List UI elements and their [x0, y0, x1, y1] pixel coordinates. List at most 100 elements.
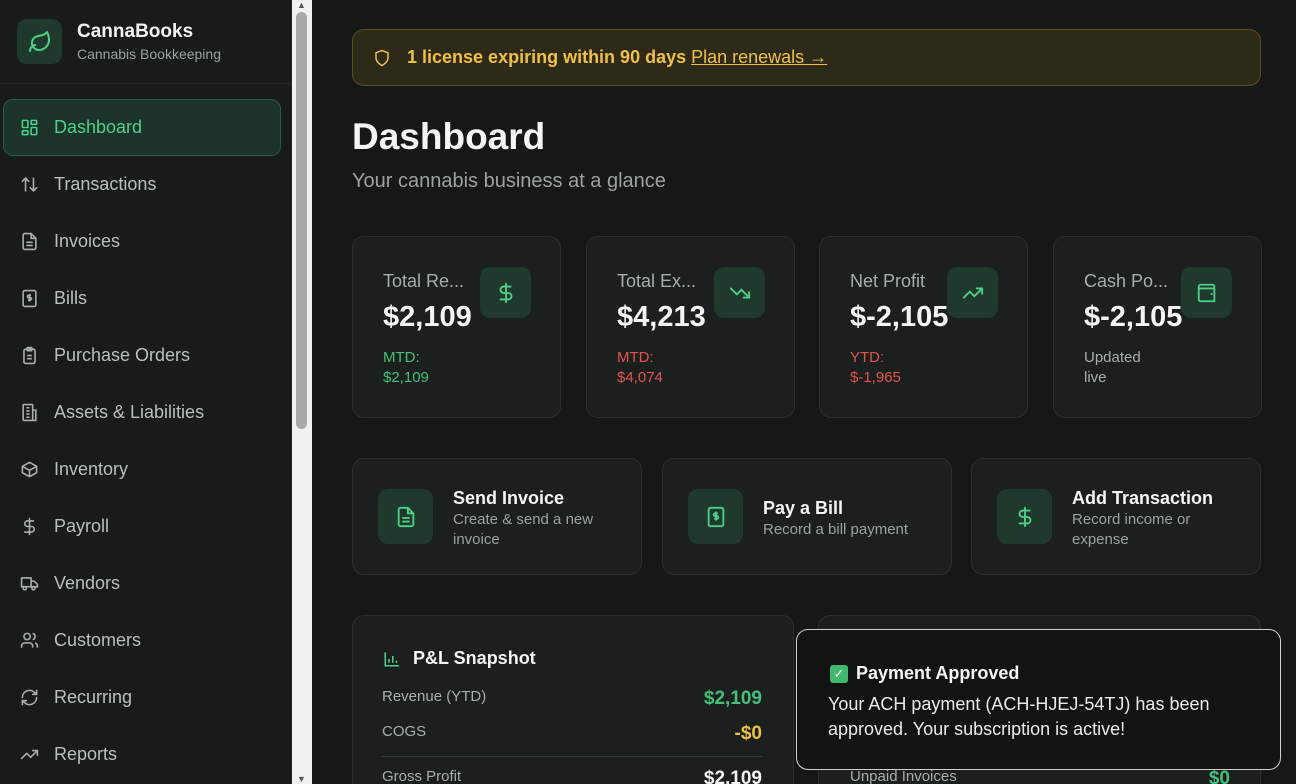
- action-title: Pay a Bill: [763, 498, 844, 518]
- action-desc: Create & send a new invoice: [453, 511, 594, 548]
- leaf-icon: [17, 19, 62, 64]
- stat-sub-label: Updated: [1084, 349, 1141, 366]
- trend-icon: [19, 745, 39, 765]
- stat-value: $-2,105: [850, 301, 949, 333]
- payment-approved-toast[interactable]: ✓ Payment Approved Your ACH payment (ACH…: [796, 629, 1281, 770]
- action-title: Add Transaction: [1072, 488, 1214, 508]
- bar-chart-icon: [383, 650, 401, 668]
- stat-card-net-profit[interactable]: Net Profit $-2,105 YTD: $-1,965: [819, 236, 1028, 418]
- stat-value: $-2,105: [1084, 301, 1183, 333]
- document-icon: [378, 489, 433, 544]
- box-icon: [19, 460, 39, 480]
- sidebar-item-label: Customers: [54, 630, 142, 650]
- pl-row-value: -$0: [734, 723, 762, 744]
- sidebar-item-label: Vendors: [54, 573, 121, 593]
- sidebar-item-inventory[interactable]: Inventory: [3, 441, 281, 498]
- pl-row-cogs: COGS -$0: [382, 723, 762, 745]
- stat-sub-value: $-1,965: [850, 369, 901, 386]
- license-expiry-banner: 1 license expiring within 90 days Plan r…: [352, 29, 1261, 86]
- pl-row-value: $2,109: [703, 768, 762, 784]
- sidebar: CannaBooks Cannabis Bookkeeping Dashboar…: [0, 0, 292, 784]
- stat-sub-value: live: [1084, 369, 1107, 386]
- sidebar-item-reports[interactable]: Reports: [3, 726, 281, 783]
- sidebar-item-payroll[interactable]: Payroll: [3, 498, 281, 555]
- sidebar-item-transactions[interactable]: Transactions: [3, 156, 281, 213]
- stat-sub-label: YTD:: [850, 349, 885, 366]
- stat-label: Net Profit: [850, 271, 926, 291]
- stat-sub-label: MTD:: [617, 349, 654, 366]
- row-label: Unpaid Invoices: [850, 768, 957, 784]
- unpaid-invoices-row: Unpaid Invoices $0: [850, 768, 1230, 784]
- action-title: Send Invoice: [453, 488, 565, 508]
- banner-text: 1 license expiring within 90 days: [407, 47, 687, 67]
- pl-divider: [382, 756, 762, 757]
- truck-icon: [19, 574, 39, 594]
- pl-row-label: Gross Profit: [382, 768, 462, 784]
- dollar-icon: [997, 489, 1052, 544]
- arrows-up-down-icon: [19, 175, 39, 195]
- sidebar-item-label: Bills: [54, 288, 88, 308]
- dollar-icon: [19, 517, 39, 537]
- sidebar-scrollbar[interactable]: ▲ ▼: [292, 0, 312, 784]
- action-desc: Record income or expense: [1072, 511, 1191, 548]
- pl-row-value: $2,109: [703, 688, 762, 709]
- sidebar-item-label: Purchase Orders: [54, 345, 191, 365]
- sidebar-item-label: Recurring: [54, 687, 133, 707]
- stat-label: Total Ex...: [617, 271, 697, 291]
- sidebar-item-label: Invoices: [54, 231, 121, 251]
- check-icon: ✓: [830, 664, 848, 683]
- stat-sub: MTD: $2,109: [383, 348, 453, 388]
- add-transaction-button[interactable]: Add Transaction Record income or expense: [971, 458, 1261, 575]
- grid-icon: [19, 118, 39, 138]
- pl-row-revenue: Revenue (YTD) $2,109: [382, 688, 762, 710]
- stat-label: Cash Po...: [1084, 271, 1169, 291]
- document-icon: [19, 232, 39, 252]
- page-subtitle: Your cannabis business at a glance: [352, 170, 666, 192]
- users-icon: [19, 631, 39, 651]
- stat-card-total-expenses[interactable]: Total Ex... $4,213 MTD: $4,074: [586, 236, 795, 418]
- sidebar-item-recurring[interactable]: Recurring: [3, 669, 281, 726]
- sidebar-item-label: Payroll: [54, 516, 110, 536]
- sidebar-item-invoices[interactable]: Invoices: [3, 213, 281, 270]
- sidebar-item-bills[interactable]: Bills: [3, 270, 281, 327]
- shield-icon: [373, 49, 391, 67]
- pl-row-label: Revenue (YTD): [382, 688, 487, 705]
- stat-sub-value: $2,109: [383, 369, 429, 386]
- dollar-icon: [480, 267, 531, 318]
- sidebar-item-label: Transactions: [54, 174, 157, 194]
- sidebar-item-label: Inventory: [54, 459, 129, 479]
- stat-card-cash-position[interactable]: Cash Po... $-2,105 Updated live: [1053, 236, 1262, 418]
- receipt-icon: [19, 289, 39, 309]
- send-invoice-button[interactable]: Send Invoice Create & send a new invoice: [352, 458, 642, 575]
- scroll-up-arrow-icon[interactable]: ▲: [297, 0, 306, 10]
- pay-bill-button[interactable]: Pay a Bill Record a bill payment: [662, 458, 952, 575]
- stat-value: $4,213: [617, 301, 706, 333]
- sidebar-item-assets-liabilities[interactable]: Assets & Liabilities: [3, 384, 281, 441]
- scroll-down-arrow-icon[interactable]: ▼: [297, 774, 306, 784]
- scrollbar-thumb[interactable]: [296, 12, 307, 429]
- stat-sub: YTD: $-1,965: [850, 348, 920, 388]
- receipt-icon: [688, 489, 743, 544]
- brand[interactable]: CannaBooks Cannabis Bookkeeping: [0, 0, 291, 84]
- sidebar-item-dashboard[interactable]: Dashboard: [3, 99, 281, 156]
- sidebar-item-label: Assets & Liabilities: [54, 402, 205, 422]
- brand-name: CannaBooks: [77, 21, 194, 42]
- refresh-icon: [19, 688, 39, 708]
- row-value: $0: [1208, 768, 1230, 784]
- stat-card-total-revenue[interactable]: Total Re... $2,109 MTD: $2,109: [352, 236, 561, 418]
- sidebar-item-label: Reports: [54, 744, 118, 764]
- sidebar-item-vendors[interactable]: Vendors: [3, 555, 281, 612]
- toast-title: ✓ Payment Approved: [830, 663, 1019, 684]
- stat-label: Total Re...: [383, 271, 465, 291]
- sidebar-item-label: Dashboard: [54, 117, 143, 137]
- panel-title-text: P&L Snapshot: [413, 648, 536, 668]
- sidebar-item-customers[interactable]: Customers: [3, 612, 281, 669]
- plan-renewals-link[interactable]: Plan renewals →: [691, 47, 827, 68]
- panel-title: P&L Snapshot: [383, 648, 536, 669]
- page-title: Dashboard: [352, 116, 546, 157]
- sidebar-item-purchase-orders[interactable]: Purchase Orders: [3, 327, 281, 384]
- action-desc: Record a bill payment: [763, 521, 909, 538]
- toast-title-text: Payment Approved: [856, 663, 1020, 683]
- trend-up-icon: [947, 267, 998, 318]
- brand-subtitle: Cannabis Bookkeeping: [77, 46, 221, 62]
